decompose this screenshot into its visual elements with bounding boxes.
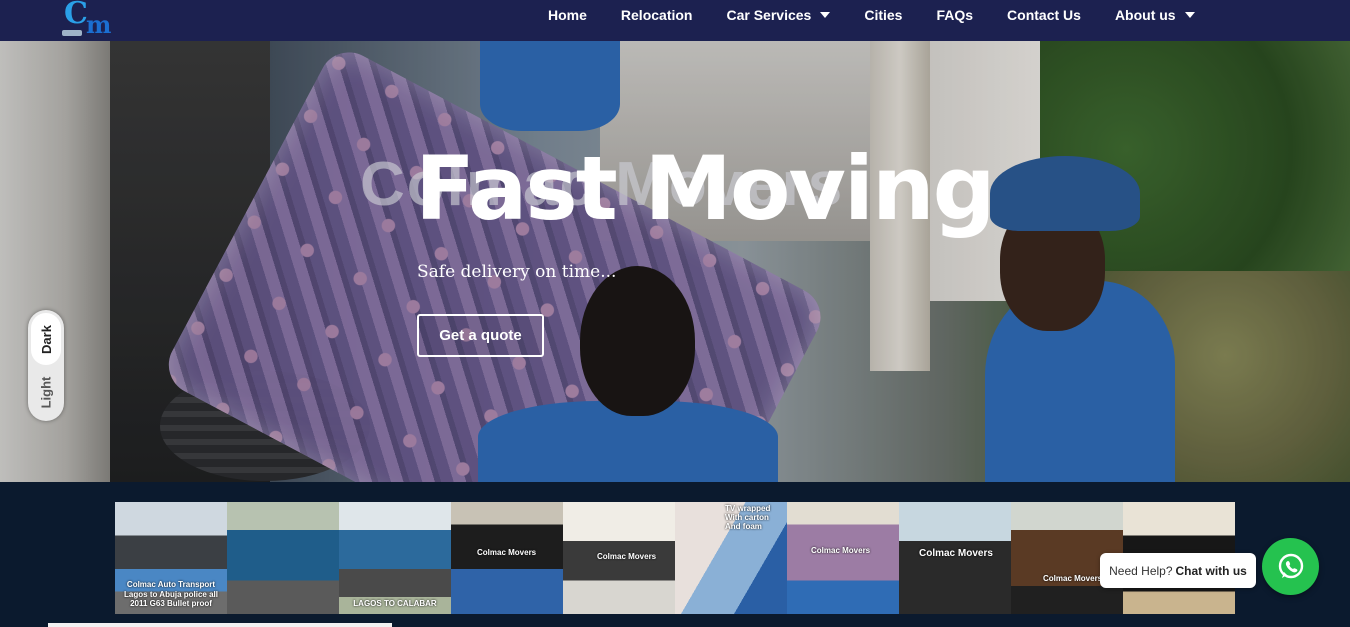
nav-car-services[interactable]: Car Services [726,7,831,23]
gallery-item[interactable]: TV wrapped With carton And foam [675,502,787,614]
gallery-caption: TV wrapped With carton And foam [725,504,771,532]
logo-letter-c: C [64,0,88,31]
gallery-caption: Colmac Movers [811,546,871,555]
gallery-item[interactable] [227,502,339,614]
nav-cities-label: Cities [864,7,903,23]
main-menu: Home Relocation Car Services Cities FAQs… [548,0,1195,30]
theme-dark-label: Dark [38,324,54,354]
logo-letter-m: m [86,10,112,39]
theme-toggle[interactable]: Dark Light [28,310,64,421]
nav-about-us-label: About us [1114,7,1176,23]
nav-relocation-label: Relocation [620,7,693,23]
colmac-logo[interactable]: C m [60,0,120,40]
gallery-caption: Colmac Movers [477,548,537,557]
theme-dark-option[interactable]: Dark [31,313,61,365]
gallery-caption: Colmac Auto Transport Lagos to Abuja pol… [124,580,218,608]
gallery-item[interactable]: Colmac Movers [899,502,1011,614]
hero-title: Fast Moving [415,137,996,240]
theme-light-option[interactable]: Light [31,366,61,418]
whatsapp-icon [1278,553,1303,578]
truck-icon [62,30,82,36]
nav-home-label: Home [548,7,587,23]
gallery-item[interactable]: LAGOS TO CALABAR [339,502,451,614]
nav-car-services-label: Car Services [726,7,812,23]
nav-faqs[interactable]: FAQs [936,7,973,23]
gallery-caption: Colmac Movers [919,548,993,559]
gallery-item[interactable]: Colmac Auto Transport Lagos to Abuja pol… [115,502,227,614]
theme-light-label: Light [38,376,54,408]
top-navbar: C m Home Relocation Car Services Cities … [0,0,1350,41]
nav-cities[interactable]: Cities [864,7,902,23]
hero-banner: Colmac Movers Fast Moving Safe delivery … [0,41,1350,482]
gallery-item[interactable]: Colmac Movers [563,502,675,614]
nav-about-us[interactable]: About us [1115,7,1195,23]
chat-prefix: Need Help? [1109,563,1173,578]
chevron-down-icon [1184,12,1195,18]
gallery-item[interactable]: Colmac Movers [451,502,563,614]
gallery-item[interactable]: Colmac Movers [787,502,899,614]
nav-contact-us-label: Contact Us [1007,7,1081,23]
hero-overlay [0,41,1350,482]
chat-help-bubble[interactable]: Need Help? Chat with us [1100,553,1256,588]
bottom-divider [48,623,392,627]
gallery-caption: Colmac Movers [1043,574,1103,583]
chevron-down-icon [820,12,831,18]
get-quote-button[interactable]: Get a quote [417,314,544,357]
whatsapp-button[interactable] [1262,538,1319,595]
gallery-caption: Colmac Movers [597,552,657,561]
nav-contact-us[interactable]: Contact Us [1007,7,1081,23]
photo-gallery: Colmac Auto Transport Lagos to Abuja pol… [115,502,1235,614]
hero-subtitle: Safe delivery on time... [417,262,617,282]
nav-relocation[interactable]: Relocation [621,7,693,23]
gallery-caption: LAGOS TO CALABAR [353,598,437,608]
nav-home[interactable]: Home [548,7,587,23]
chat-action: Chat with us [1175,563,1247,578]
nav-faqs-label: FAQs [936,7,974,23]
